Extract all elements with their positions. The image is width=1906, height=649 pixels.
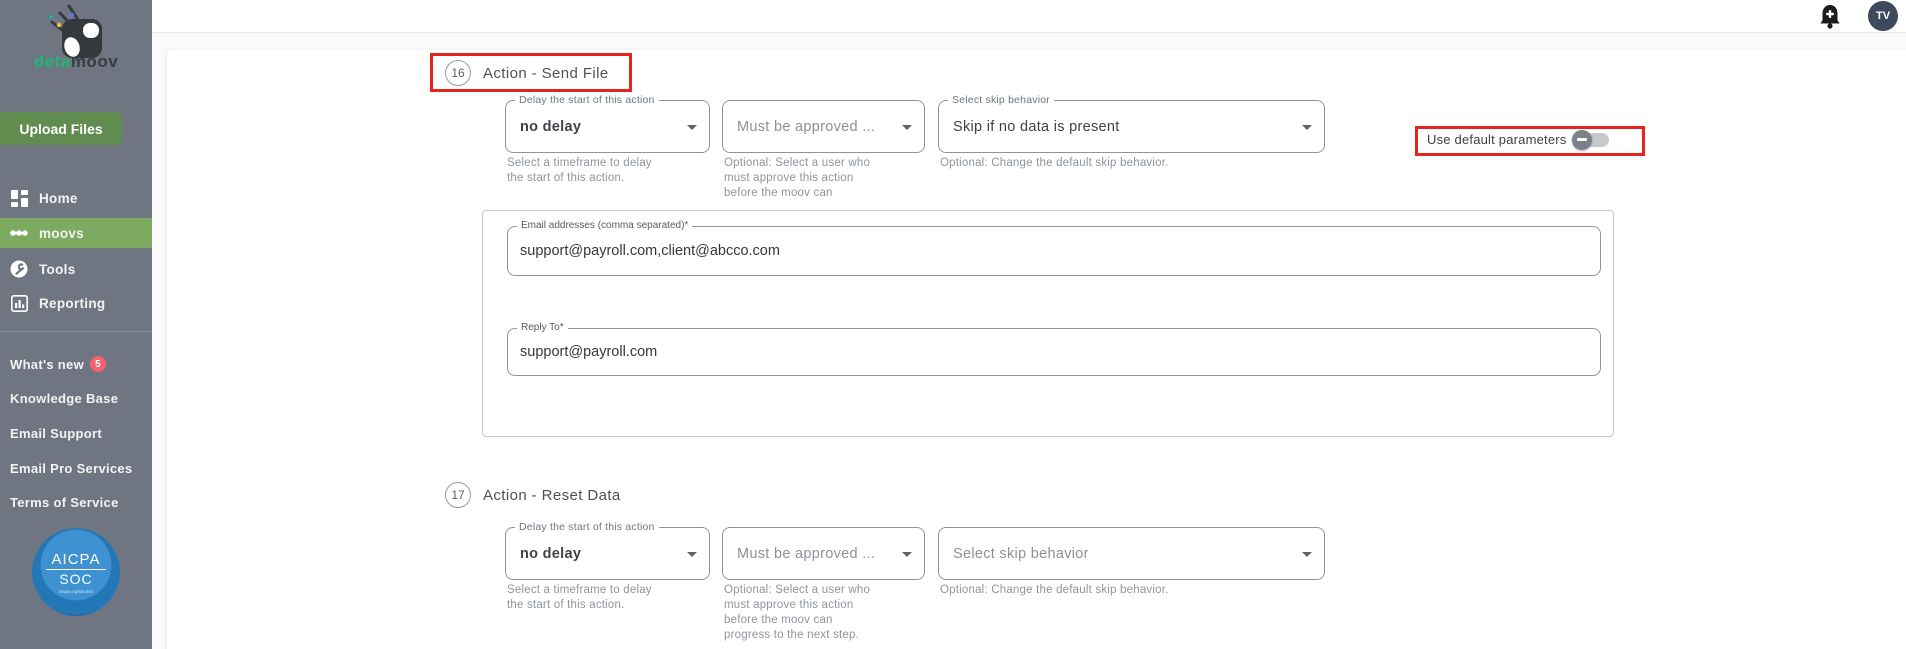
field-label: Delay the start of this action: [515, 94, 659, 106]
topbar: TV: [152, 0, 1906, 33]
soc-badge-line2: SOC: [59, 571, 92, 587]
sidebar-item-label: moovs: [39, 226, 84, 241]
sidebar-link-knowledge-base[interactable]: Knowledge Base: [10, 391, 118, 406]
delay-helper-text: Select a timeframe to delay the start of…: [507, 583, 692, 613]
chevron-down-icon: [687, 552, 697, 557]
selected-value: no delay: [520, 546, 581, 562]
chevron-down-icon: [687, 125, 697, 130]
sidebar-item-reporting[interactable]: Reporting: [0, 288, 152, 318]
sidebar-divider: [0, 331, 152, 332]
sidebar-item-home[interactable]: Home: [0, 183, 152, 213]
skip-helper-text: Optional: Change the default skip behavi…: [940, 156, 1260, 171]
chevron-down-icon: [902, 125, 912, 130]
aicpa-soc-badge: AICPA SOC aicpa.org/soc4so: [32, 528, 120, 616]
brand-wordmark-secondary: moov: [71, 52, 118, 71]
link-label: Email Support: [10, 426, 102, 441]
sidebar-link-whats-new[interactable]: What's new 5: [10, 356, 106, 372]
link-label: Knowledge Base: [10, 391, 118, 406]
sidebar-item-label: Tools: [39, 262, 76, 277]
email-addresses-field: Email addresses (comma separated)*: [507, 226, 1601, 276]
dashboard-icon: [10, 189, 28, 207]
skip-behavior-select-step17[interactable]: Select skip behavior: [938, 527, 1325, 580]
bar-chart-icon: [10, 294, 28, 312]
chevron-down-icon: [902, 552, 912, 557]
whats-new-count-badge: 5: [90, 356, 106, 372]
moovs-dots-icon: [10, 224, 28, 242]
delay-select-step17[interactable]: Delay the start of this action no delay: [505, 527, 710, 580]
link-label: What's new: [10, 357, 84, 372]
sidebar-link-email-pro-services[interactable]: Email Pro Services: [10, 461, 132, 476]
soc-badge-line1: AICPA: [46, 551, 107, 570]
sidebar-link-terms-of-service[interactable]: Terms of Service: [10, 495, 119, 510]
upload-files-button[interactable]: Upload Files: [0, 112, 122, 145]
brand-wordmark-primary: deta: [34, 52, 71, 71]
delay-helper-text: Select a timeframe to delay the start of…: [507, 156, 692, 186]
email-parameters-panel: Email addresses (comma separated)* Reply…: [482, 210, 1614, 437]
email-addresses-input[interactable]: [520, 228, 1580, 274]
approver-select-step17[interactable]: Must be approved ...: [722, 527, 925, 580]
skip-helper-text: Optional: Change the default skip behavi…: [940, 583, 1260, 598]
placeholder-value: Select skip behavior: [953, 546, 1089, 562]
bell-icon[interactable]: [1818, 4, 1842, 30]
soc-badge-line3: aicpa.org/soc4so: [59, 589, 93, 594]
approver-select-step16[interactable]: Must be approved ...: [722, 100, 925, 153]
use-default-parameters-row: Use default parameters: [1419, 128, 1617, 151]
wrench-icon: [10, 260, 28, 278]
skip-behavior-select-step16[interactable]: Select skip behavior Skip if no data is …: [938, 100, 1325, 153]
step17-heading: 17 Action - Reset Data: [445, 482, 621, 508]
link-label: Terms of Service: [10, 495, 119, 510]
brand-wordmark: detamoov: [0, 52, 152, 72]
toggle-thumb: [1572, 130, 1592, 150]
toggle-label: Use default parameters: [1427, 132, 1567, 147]
step16-heading: 16 Action - Send File: [445, 60, 609, 86]
link-label: Email Pro Services: [10, 461, 132, 476]
field-label: Delay the start of this action: [515, 521, 659, 533]
user-avatar[interactable]: TV: [1868, 1, 1898, 31]
chevron-down-icon: [1302, 552, 1312, 557]
selected-value: Skip if no data is present: [953, 119, 1120, 135]
chevron-down-icon: [1302, 125, 1312, 130]
reply-to-input[interactable]: [520, 330, 1580, 374]
step-number-circle: 17: [445, 482, 471, 508]
step-title: Action - Reset Data: [483, 487, 621, 504]
delay-select-step16[interactable]: Delay the start of this action no delay: [505, 100, 710, 153]
step-title: Action - Send File: [483, 65, 609, 82]
placeholder-value: Must be approved ...: [737, 546, 875, 562]
sidebar-item-label: Home: [39, 191, 78, 206]
minus-icon: [1577, 138, 1587, 141]
sidebar-link-email-support[interactable]: Email Support: [10, 426, 102, 441]
step-number-circle: 16: [445, 60, 471, 86]
sidebar-item-label: Reporting: [39, 296, 105, 311]
sidebar-item-moovs[interactable]: moovs: [0, 218, 152, 248]
use-default-parameters-toggle[interactable]: [1575, 133, 1609, 147]
field-label: Select skip behavior: [948, 94, 1054, 106]
placeholder-value: Must be approved ...: [737, 119, 875, 135]
sidebar-item-tools[interactable]: Tools: [0, 254, 152, 284]
approver-helper-text: Optional: Select a user who must approve…: [724, 156, 919, 201]
sidebar: detamoov Upload Files Home moovs: [0, 0, 152, 649]
reply-to-field: Reply To*: [507, 328, 1601, 376]
approver-helper-text: Optional: Select a user who must approve…: [724, 583, 919, 643]
main-content-card: 16 Action - Send File Delay the start of…: [167, 50, 1906, 649]
selected-value: no delay: [520, 119, 581, 135]
